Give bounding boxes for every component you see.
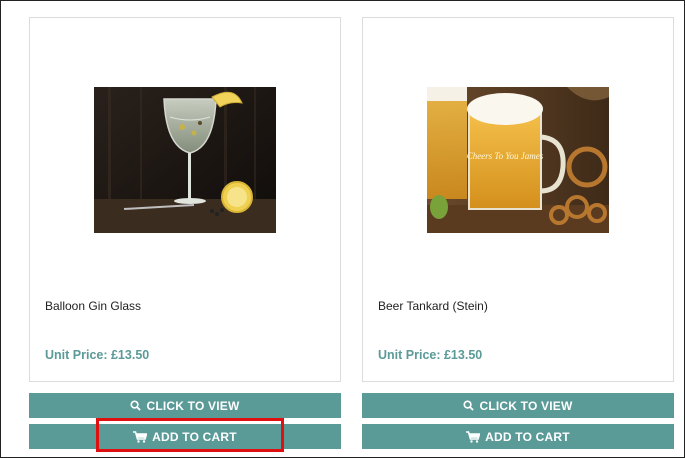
search-icon xyxy=(463,400,475,411)
product-card-balloon-gin-glass: Balloon Gin Glass Unit Price: £13.50 xyxy=(29,17,341,382)
add-to-cart-button[interactable]: ADD TO CART xyxy=(362,424,674,449)
search-icon xyxy=(130,400,142,411)
unit-price: Unit Price: £13.50 xyxy=(378,348,483,362)
click-to-view-label: CLICK TO VIEW xyxy=(146,398,240,413)
cart-icon xyxy=(133,430,148,443)
product-image-beer-tankard[interactable]: Cheers To You James xyxy=(427,87,609,233)
product-card-beer-tankard: Cheers To You James Beer Tankard (Stein)… xyxy=(362,17,674,382)
product-image-gin-glass[interactable] xyxy=(94,87,276,233)
product-name: Beer Tankard (Stein) xyxy=(378,299,488,313)
unit-price: Unit Price: £13.50 xyxy=(45,348,150,362)
click-to-view-button[interactable]: CLICK TO VIEW xyxy=(29,393,341,418)
add-to-cart-label: ADD TO CART xyxy=(485,429,570,444)
add-to-cart-button[interactable]: ADD TO CART xyxy=(29,424,341,449)
add-to-cart-label: ADD TO CART xyxy=(152,429,237,444)
engraving-line-1: Cheers To You James xyxy=(467,151,544,161)
page-frame: Balloon Gin Glass Unit Price: £13.50 Che… xyxy=(0,0,685,458)
click-to-view-button[interactable]: CLICK TO VIEW xyxy=(362,393,674,418)
cart-icon xyxy=(466,430,481,443)
product-name: Balloon Gin Glass xyxy=(45,299,142,313)
click-to-view-label: CLICK TO VIEW xyxy=(479,398,573,413)
